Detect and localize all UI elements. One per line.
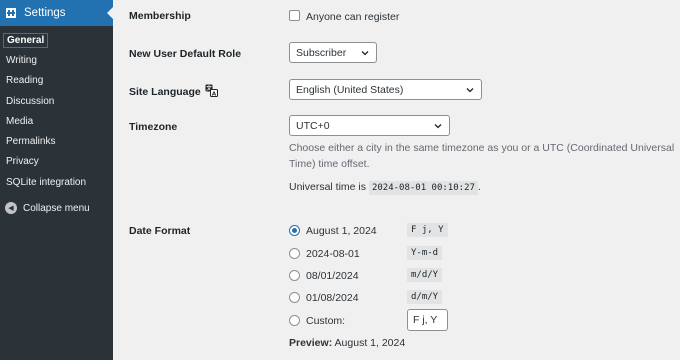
universal-time-prefix: Universal time is xyxy=(289,181,367,193)
universal-time-suffix: . xyxy=(477,181,481,193)
date-format-option-label[interactable]: 2024-08-01 xyxy=(306,248,360,260)
date-format-label: Date Format xyxy=(129,225,191,237)
sidebar-item-label: Reading xyxy=(6,75,44,87)
site-language-value: English (United States) xyxy=(296,83,404,96)
site-language-label: Site Language 文 A xyxy=(129,84,218,98)
chevron-down-icon xyxy=(361,51,369,56)
sidebar-header-label: Settings xyxy=(24,7,66,19)
timezone-label: Timezone xyxy=(129,121,178,133)
sidebar-item-label: Permalinks xyxy=(6,136,56,148)
settings-submenu: General Writing Reading Discussion Media… xyxy=(0,26,113,193)
date-format-radio-eu[interactable] xyxy=(289,292,300,303)
svg-text:A: A xyxy=(212,91,217,97)
sidebar-item-label: Media xyxy=(6,115,34,127)
date-format-option-label[interactable]: August 1, 2024 xyxy=(306,225,377,237)
date-format-code: m/d/Y xyxy=(407,268,443,282)
sidebar-item-label: General xyxy=(3,32,49,48)
settings-form: Membership Anyone can register New User … xyxy=(113,0,680,360)
date-format-option-label[interactable]: 01/08/2024 xyxy=(306,292,359,304)
date-format-radio-long[interactable] xyxy=(289,225,300,236)
sidebar-item-settings[interactable]: Settings xyxy=(0,0,113,26)
translation-icon: 文 A xyxy=(205,84,218,97)
chevron-down-icon xyxy=(434,124,442,129)
sidebar-item-media[interactable]: Media xyxy=(0,111,113,131)
chevron-down-icon xyxy=(466,88,474,93)
sidebar-item-label: Writing xyxy=(6,54,37,66)
sidebar-item-general[interactable]: General xyxy=(0,30,113,50)
timezone-value: UTC+0 xyxy=(296,119,330,132)
custom-date-format-input[interactable]: F j, Y xyxy=(407,309,448,331)
date-format-preview: Preview: August 1, 2024 xyxy=(289,337,405,349)
default-role-label: New User Default Role xyxy=(129,48,242,60)
sidebar-item-writing[interactable]: Writing xyxy=(0,50,113,70)
date-format-option-label[interactable]: 08/01/2024 xyxy=(306,270,359,282)
site-language-select[interactable]: English (United States) xyxy=(289,79,482,100)
default-role-value: Subscriber xyxy=(296,46,347,59)
collapse-icon: ◀ xyxy=(5,202,17,215)
date-format-code: Y-m-d xyxy=(407,246,443,260)
settings-icon xyxy=(6,8,16,18)
date-format-radio-iso[interactable] xyxy=(289,248,300,259)
preview-value: August 1, 2024 xyxy=(334,337,406,349)
sidebar-item-sqlite-integration[interactable]: SQLite integration xyxy=(0,172,113,192)
timezone-description: Choose either a city in the same timezon… xyxy=(289,142,675,170)
membership-label: Membership xyxy=(129,10,191,22)
collapse-menu-label: Collapse menu xyxy=(23,202,90,214)
anyone-can-register-checkbox[interactable] xyxy=(289,10,300,21)
sidebar-item-label: Discussion xyxy=(6,95,55,107)
timezone-select[interactable]: UTC+0 xyxy=(289,115,450,136)
anyone-can-register-label[interactable]: Anyone can register xyxy=(306,11,399,23)
sidebar-item-reading[interactable]: Reading xyxy=(0,71,113,91)
site-language-text: Site Language xyxy=(129,86,201,98)
sidebar-item-label: SQLite integration xyxy=(6,176,87,188)
admin-sidebar: Settings General Writing Reading Discuss… xyxy=(0,0,113,360)
collapse-menu-button[interactable]: ◀ Collapse menu xyxy=(0,200,113,216)
date-format-radio-us[interactable] xyxy=(289,270,300,281)
sidebar-item-discussion[interactable]: Discussion xyxy=(0,91,113,111)
preview-label: Preview: xyxy=(289,337,333,349)
date-format-radio-custom[interactable] xyxy=(289,315,300,326)
default-role-select[interactable]: Subscriber xyxy=(289,42,377,63)
sidebar-item-permalinks[interactable]: Permalinks xyxy=(0,131,113,151)
universal-time: Universal time is 2024-08-01 00:10:27. xyxy=(289,181,481,195)
universal-time-value: 2024-08-01 00:10:27 xyxy=(368,181,478,195)
date-format-code: F j, Y xyxy=(407,223,448,237)
sidebar-item-privacy[interactable]: Privacy xyxy=(0,152,113,172)
date-format-option-label[interactable]: Custom: xyxy=(306,315,345,327)
sidebar-item-label: Privacy xyxy=(6,156,39,168)
date-format-code: d/m/Y xyxy=(407,290,443,304)
